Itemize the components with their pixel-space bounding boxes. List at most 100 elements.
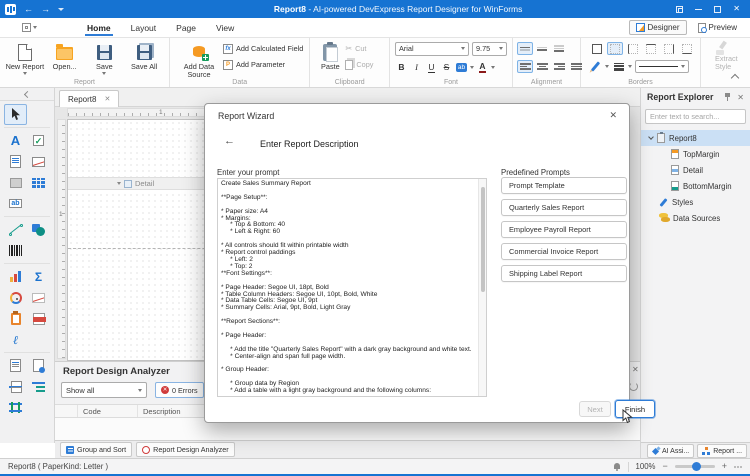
minimize-icon[interactable] (695, 9, 702, 10)
new-report-button[interactable]: New Report (5, 41, 45, 75)
errors-filter-button[interactable]: ✕0 Errors (155, 382, 204, 398)
strikethrough-button[interactable]: S (440, 60, 453, 74)
page-break-tool[interactable] (4, 376, 27, 397)
save-button[interactable]: Save (85, 41, 125, 75)
cross-band-tool[interactable] (4, 397, 27, 418)
band-caret-icon[interactable] (117, 182, 121, 185)
textarea-scrollbar[interactable] (478, 179, 486, 396)
italic-button[interactable]: I (410, 60, 423, 74)
font-family-select[interactable]: Arial (395, 42, 469, 56)
document-tab[interactable]: Report8✕ (59, 90, 119, 107)
analyzer-refresh-icon[interactable] (629, 382, 638, 391)
barcode-tool[interactable] (4, 240, 27, 261)
pointer-tool[interactable] (4, 104, 27, 125)
pin-icon[interactable] (725, 93, 730, 101)
align-middle-button[interactable] (534, 42, 550, 55)
border-bottom-button[interactable] (679, 42, 695, 55)
prompt-textarea[interactable]: Create Sales Summary Report **Page Setup… (217, 178, 487, 397)
zoom-slider-thumb[interactable] (692, 462, 701, 471)
pdf-content-tool[interactable] (27, 308, 50, 329)
predefined-commercial-invoice-button[interactable]: Commercial Invoice Report (501, 243, 627, 260)
border-top-button[interactable] (643, 42, 659, 55)
chart-tool[interactable] (4, 266, 27, 287)
undo-icon[interactable]: ← (24, 5, 33, 14)
paste-button[interactable]: Paste (315, 41, 345, 71)
align-center-button[interactable] (534, 60, 550, 73)
quick-access-caret-icon[interactable] (58, 8, 64, 11)
open-button[interactable]: Open... (45, 41, 85, 71)
preview-button[interactable]: Preview (691, 20, 744, 36)
label-tool[interactable]: A (4, 130, 27, 151)
font-color-button[interactable]: A (476, 60, 489, 74)
tab-group-and-sort[interactable]: Group and Sort (60, 442, 132, 457)
analyzer-close-icon[interactable]: ✕ (632, 365, 639, 374)
close-icon[interactable]: ✕ (733, 5, 740, 13)
dialog-close-icon[interactable]: ✕ (609, 110, 617, 121)
next-button[interactable]: Next (579, 401, 611, 417)
redo-icon[interactable]: → (41, 5, 50, 14)
shape-tool[interactable] (27, 219, 50, 240)
clipboard-tool[interactable] (4, 308, 27, 329)
save-all-button[interactable]: Save All (124, 41, 164, 71)
align-top-button[interactable] (517, 42, 533, 55)
tab-report-design-analyzer[interactable]: Report Design Analyzer (136, 442, 235, 457)
tab-home[interactable]: Home (77, 19, 121, 36)
maximize-icon[interactable] (714, 6, 721, 13)
back-button[interactable]: ← (224, 136, 235, 147)
richtext-tool[interactable] (4, 151, 27, 172)
notifications-bell-icon[interactable] (613, 463, 621, 471)
tab-view[interactable]: View (206, 19, 244, 36)
border-color-button[interactable] (589, 60, 602, 73)
tree-item-topmargin[interactable]: TopMargin (641, 146, 750, 162)
close-tab-icon[interactable]: ✕ (104, 95, 110, 103)
add-parameter-button[interactable]: PAdd Parameter (223, 57, 303, 72)
border-right-button[interactable] (661, 42, 677, 55)
tree-item-detail[interactable]: Detail (641, 162, 750, 178)
tab-ai-assistant[interactable]: AI Assi... (647, 444, 694, 458)
predefined-shipping-label-button[interactable]: Shipping Label Report (501, 265, 627, 282)
panel-tool[interactable] (4, 172, 27, 193)
border-left-button[interactable] (625, 42, 641, 55)
zoom-in-button[interactable]: + (722, 462, 727, 471)
line-tool[interactable] (4, 219, 27, 240)
designer-button[interactable]: Designer (629, 20, 687, 35)
tab-page[interactable]: Page (166, 19, 206, 36)
highlight-button[interactable]: ab (455, 60, 468, 74)
tree-item-report8[interactable]: Report8 (641, 130, 750, 146)
font-size-select[interactable]: 9.75 (472, 42, 507, 56)
line-style-select[interactable] (635, 60, 689, 73)
picture-tool[interactable] (27, 151, 50, 172)
predefined-quarterly-sales-button[interactable]: Quarterly Sales Report (501, 199, 627, 216)
predefined-prompt-template-button[interactable]: Prompt Template (501, 177, 627, 194)
align-bottom-button[interactable] (551, 42, 567, 55)
ribbon-display-icon[interactable] (676, 6, 683, 13)
bold-button[interactable]: B (395, 60, 408, 74)
subreport-tool[interactable] (27, 355, 50, 376)
analyzer-filter-select[interactable]: Show all (61, 382, 147, 398)
tree-item-bottommargin[interactable]: BottomMargin (641, 178, 750, 194)
extract-style-button[interactable]: Extract Style (715, 55, 745, 72)
align-left-button[interactable] (517, 60, 533, 73)
explorer-search-input[interactable] (645, 109, 746, 124)
line-weight-button[interactable] (612, 60, 625, 73)
underline-button[interactable]: U (425, 60, 438, 74)
tree-item-styles[interactable]: Styles (641, 194, 750, 210)
finish-button[interactable]: Finish (615, 400, 655, 418)
collapse-ribbon-icon[interactable] (731, 74, 739, 82)
scrollbar-thumb[interactable] (481, 187, 485, 292)
align-right-button[interactable] (551, 60, 567, 73)
predefined-employee-payroll-button[interactable]: Employee Payroll Report (501, 221, 627, 238)
sparkline-tool[interactable] (27, 287, 50, 308)
zoom-out-button[interactable]: − (662, 462, 667, 471)
tab-layout[interactable]: Layout (121, 19, 167, 36)
character-comb-tool[interactable]: ab (4, 193, 27, 214)
copy-button[interactable]: Copy (345, 57, 373, 72)
toolbox-collapse-button[interactable] (0, 88, 54, 101)
font-color-caret-icon[interactable] (491, 66, 495, 69)
chevron-down-icon[interactable] (648, 134, 654, 140)
tree-item-data-sources[interactable]: Data Sources (641, 210, 750, 226)
page-info-tool[interactable] (4, 355, 27, 376)
explorer-close-icon[interactable]: ✕ (737, 93, 744, 102)
add-data-source-button[interactable]: Add Data Source (175, 41, 223, 79)
zoom-slider[interactable] (675, 465, 715, 468)
